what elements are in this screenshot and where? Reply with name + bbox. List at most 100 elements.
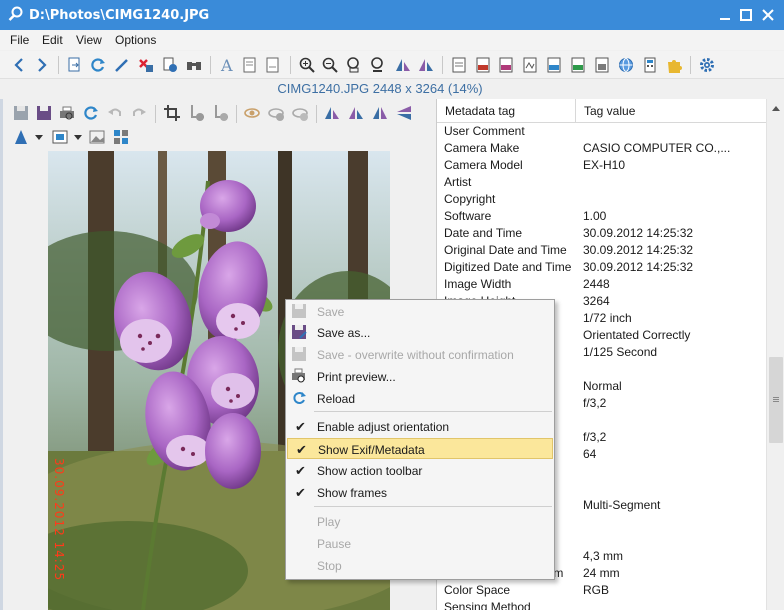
red-eye-confirm-icon[interactable] xyxy=(266,103,286,123)
sharpen-icon[interactable] xyxy=(11,127,31,147)
save-icon[interactable] xyxy=(11,103,31,123)
menu-item-stop[interactable]: Stop xyxy=(287,555,553,576)
menu-item-reload[interactable]: Reload xyxy=(287,388,553,409)
menu-item-print-preview[interactable]: Print preview... xyxy=(287,366,553,387)
metadata-row[interactable]: Sensing Method xyxy=(437,599,766,610)
menu-item-show-exif[interactable]: ✔ Show Exif/Metadata xyxy=(287,438,553,459)
flip-h-icon[interactable] xyxy=(392,54,414,76)
open-icon[interactable] xyxy=(64,54,86,76)
chevron-down-icon[interactable] xyxy=(29,127,49,147)
chevron-down-icon[interactable] xyxy=(68,127,88,147)
export-hex-icon[interactable] xyxy=(495,54,517,76)
metadata-row[interactable]: Digitized Date and Time 30.09.2012 14:25:… xyxy=(437,259,766,276)
fit-icon[interactable] xyxy=(343,54,365,76)
menu-item-enable-adjust-orientation[interactable]: ✔ Enable adjust orientation xyxy=(287,416,553,437)
calc-icon[interactable] xyxy=(639,54,661,76)
toolbar-separator xyxy=(690,56,691,74)
crop-cancel-icon[interactable] xyxy=(210,103,230,123)
minimize-icon[interactable] xyxy=(716,6,734,24)
export-rtf-icon[interactable] xyxy=(543,54,565,76)
zoom-actual-icon[interactable] xyxy=(367,54,389,76)
menu-options[interactable]: Options xyxy=(115,33,156,47)
menu-item-show-action-toolbar[interactable]: ✔ Show action toolbar xyxy=(287,460,553,481)
metadata-row[interactable]: Copyright xyxy=(437,191,766,208)
export-pdf-icon[interactable] xyxy=(519,54,541,76)
menu-view[interactable]: View xyxy=(76,33,102,47)
menu-bar: File Edit View Options xyxy=(0,30,784,50)
scroll-thumb[interactable] xyxy=(769,357,783,443)
reload-icon[interactable] xyxy=(81,103,101,123)
metadata-row[interactable]: Camera Model EX-H10 xyxy=(437,157,766,174)
metadata-row[interactable]: Camera Make CASIO COMPUTER CO.,... xyxy=(437,140,766,157)
mirror-icon[interactable] xyxy=(370,103,390,123)
export-xml-icon[interactable] xyxy=(591,54,613,76)
menu-item-play[interactable]: Play xyxy=(287,511,553,532)
menu-item-save-overwrite[interactable]: Save - overwrite without confirmation xyxy=(287,344,553,365)
page-icon-2[interactable] xyxy=(262,54,284,76)
menu-edit[interactable]: Edit xyxy=(42,33,63,47)
menu-item-save[interactable]: Save xyxy=(287,301,553,322)
zoom-in-icon[interactable] xyxy=(296,54,318,76)
zoom-out-icon[interactable] xyxy=(319,54,341,76)
scroll-up-icon[interactable] xyxy=(771,103,781,113)
plugin-icon[interactable] xyxy=(663,54,685,76)
metadata-scrollbar[interactable] xyxy=(766,99,784,610)
checkmark-icon: ✔ xyxy=(296,442,307,457)
red-eye-icon[interactable] xyxy=(242,103,262,123)
toolbar-separator xyxy=(290,56,291,74)
menu-item-show-frames[interactable]: ✔ Show frames xyxy=(287,482,553,503)
red-eye-cancel-icon[interactable] xyxy=(290,103,310,123)
image-icon[interactable] xyxy=(87,127,107,147)
rotate-left-icon[interactable] xyxy=(322,103,342,123)
crop-icon[interactable] xyxy=(162,103,182,123)
save-as-icon[interactable] xyxy=(34,103,54,123)
metadata-row[interactable]: Date and Time 30.09.2012 14:25:32 xyxy=(437,225,766,242)
export-doc-icon[interactable] xyxy=(448,54,470,76)
find-icon[interactable] xyxy=(183,54,205,76)
settings-icon[interactable] xyxy=(696,54,718,76)
text-icon[interactable]: A xyxy=(216,54,238,76)
metadata-value: 4,3 mm xyxy=(583,549,624,563)
export-html-icon[interactable] xyxy=(472,54,494,76)
metadata-row[interactable]: Artist xyxy=(437,174,766,191)
maximize-icon[interactable] xyxy=(737,6,755,24)
edit-icon[interactable] xyxy=(111,54,133,76)
metadata-row[interactable]: Color Space RGB xyxy=(437,582,766,599)
metadata-tag: Color Space xyxy=(444,583,511,597)
metadata-row[interactable]: User Comment xyxy=(437,123,766,140)
menu-item-save-as[interactable]: Save as... xyxy=(287,322,553,343)
crop-confirm-icon[interactable] xyxy=(186,103,206,123)
resize-icon[interactable] xyxy=(50,127,70,147)
export-xls-icon[interactable] xyxy=(567,54,589,76)
page-icon[interactable] xyxy=(239,54,261,76)
metadata-row[interactable]: Original Date and Time 30.09.2012 14:25:3… xyxy=(437,242,766,259)
menu-item-pause[interactable]: Pause xyxy=(287,533,553,554)
metadata-row[interactable]: Software 1.00 xyxy=(437,208,766,225)
column-divider[interactable] xyxy=(575,99,576,123)
file-info-icon[interactable] xyxy=(159,54,181,76)
main-toolbar: A xyxy=(0,51,784,79)
flip-icon[interactable] xyxy=(394,103,414,123)
forward-icon[interactable] xyxy=(31,54,53,76)
metadata-tag: User Comment xyxy=(444,124,525,138)
rotate-right-icon[interactable] xyxy=(346,103,366,123)
flip-v-icon[interactable] xyxy=(415,54,437,76)
web-icon[interactable] xyxy=(615,54,637,76)
toolbar-separator xyxy=(236,105,237,123)
delete-icon[interactable] xyxy=(135,54,157,76)
print-icon[interactable] xyxy=(57,103,77,123)
col-header-tag[interactable]: Metadata tag xyxy=(445,104,515,118)
redo-icon[interactable] xyxy=(129,103,149,123)
effects-icon[interactable] xyxy=(111,127,131,147)
menu-separator xyxy=(314,506,552,507)
menu-item-label: Enable adjust orientation xyxy=(317,420,450,434)
metadata-tag: Date and Time xyxy=(444,226,523,240)
menu-file[interactable]: File xyxy=(10,33,29,47)
back-icon[interactable] xyxy=(8,54,30,76)
metadata-row[interactable]: Image Width 2448 xyxy=(437,276,766,293)
col-header-value[interactable]: Tag value xyxy=(584,104,635,118)
metadata-tag: Copyright xyxy=(444,192,496,206)
close-icon[interactable] xyxy=(759,6,777,24)
refresh-icon[interactable] xyxy=(87,54,109,76)
undo-icon[interactable] xyxy=(105,103,125,123)
